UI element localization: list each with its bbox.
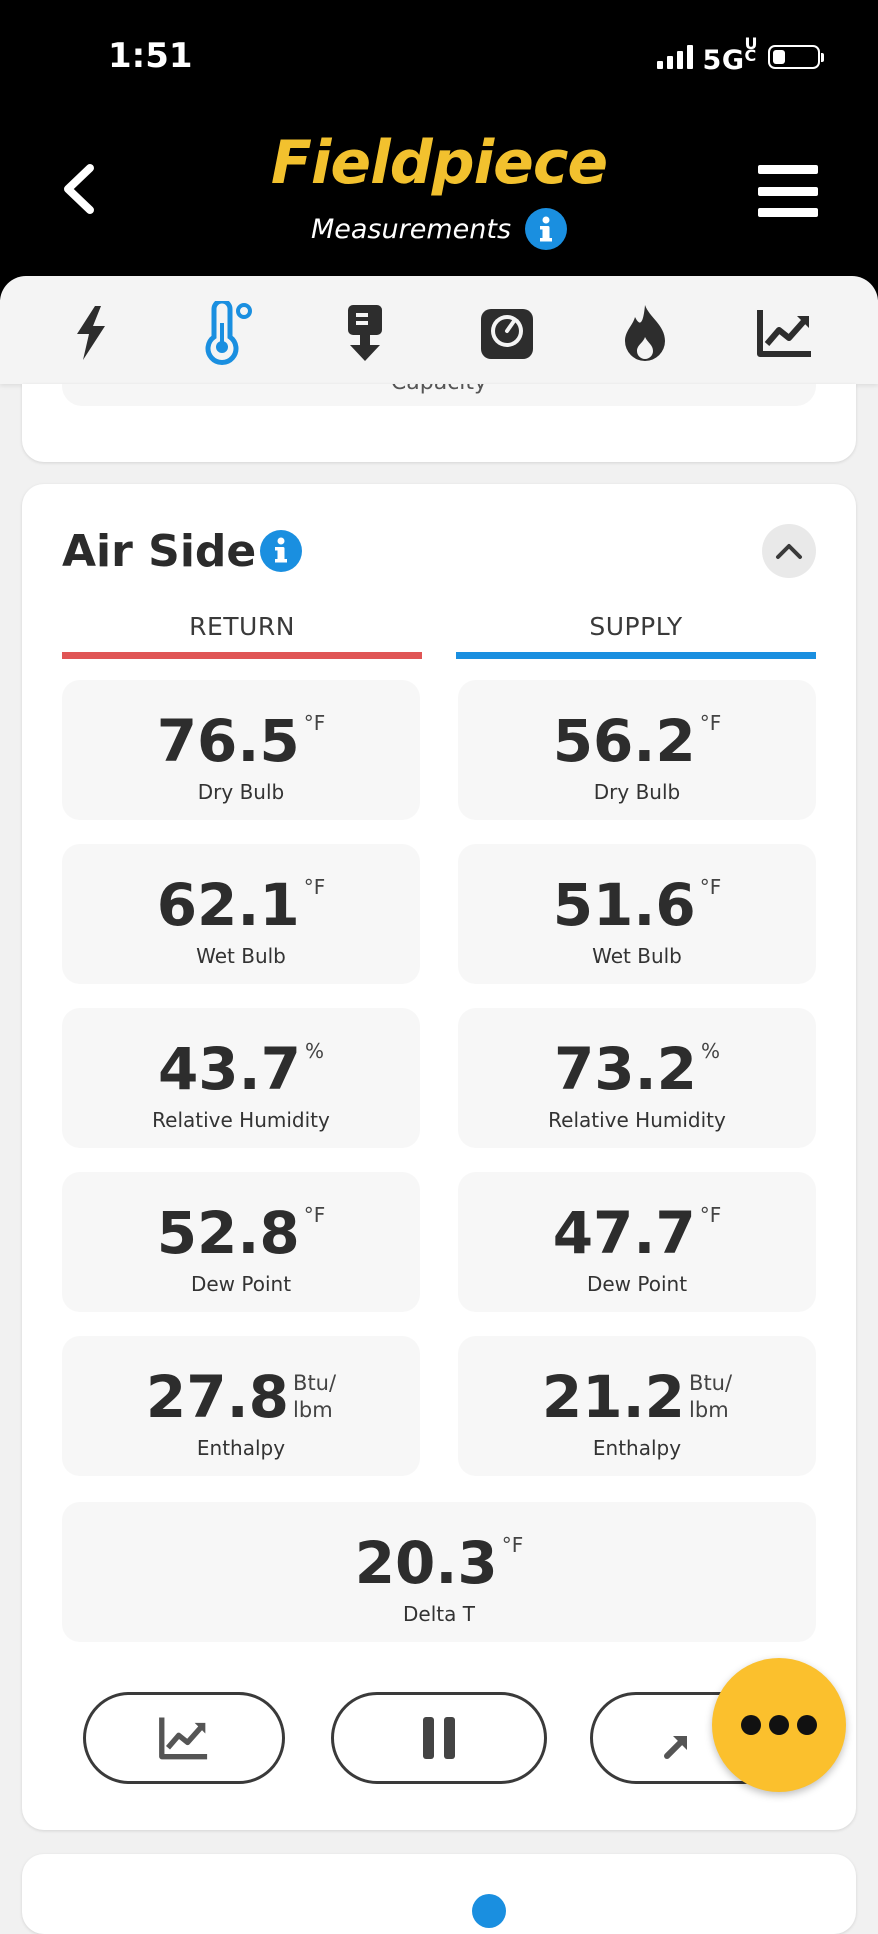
- air-side-card: Air Side RETURN SUPPLY 76.5 °F Dry Bulb 6…: [22, 484, 856, 1830]
- reading-unit: °F: [699, 711, 722, 735]
- chart-icon: [159, 1717, 208, 1760]
- reading-value: 73.2: [553, 1035, 698, 1103]
- info-icon[interactable]: [525, 208, 568, 250]
- reading-value: 21.2: [541, 1363, 686, 1431]
- chart-icon: [757, 310, 811, 357]
- hamburger-bar: [758, 165, 818, 174]
- reading-value: 43.7: [157, 1035, 302, 1103]
- category-tabbar: [0, 276, 878, 384]
- page-subtitle: Measurements: [310, 213, 512, 245]
- battery-icon: [768, 45, 824, 69]
- return-color-bar: [62, 652, 422, 659]
- supply-wet-bulb-tile[interactable]: 51.6 °F Wet Bulb: [458, 844, 816, 984]
- next-card: [22, 1854, 856, 1934]
- hamburger-bar: [758, 208, 818, 217]
- collapse-button[interactable]: [762, 524, 816, 578]
- reading-value: 76.5: [156, 707, 300, 775]
- reading-label: Relative Humidity: [548, 1108, 726, 1132]
- reading-unit: %: [701, 1039, 721, 1063]
- reading-unit: Btu/lbm: [293, 1371, 337, 1422]
- capacity-tile: Capacity: [62, 384, 816, 406]
- reading-unit: °F: [303, 875, 326, 899]
- reading-value: 56.2: [552, 707, 696, 775]
- return-dew-point-tile[interactable]: 52.8 °F Dew Point: [62, 1172, 420, 1312]
- return-enthalpy-tile[interactable]: 27.8 Btu/lbm Enthalpy: [62, 1336, 420, 1476]
- info-icon[interactable]: [260, 530, 302, 572]
- dot: [741, 1715, 761, 1735]
- return-humidity-tile[interactable]: 43.7% Relative Humidity: [62, 1008, 420, 1148]
- reading-label: Delta T: [403, 1602, 475, 1626]
- dot: [797, 1715, 817, 1735]
- reading-label: Wet Bulb: [196, 944, 286, 968]
- reading-label: Dew Point: [586, 1272, 688, 1296]
- tab-combustion[interactable]: [610, 298, 680, 368]
- reading-unit: °F: [303, 1203, 326, 1227]
- info-icon[interactable]: [472, 1894, 506, 1928]
- network-label: 5GU C: [702, 34, 758, 77]
- return-header: RETURN: [189, 612, 295, 641]
- reading-value: 62.1: [156, 871, 300, 939]
- hamburger-bar: [758, 186, 818, 196]
- reading-label: Enthalpy: [592, 1436, 682, 1460]
- delta-t-tile[interactable]: 20.3 °F Delta T: [62, 1502, 816, 1642]
- reading-value: 20.3: [354, 1529, 498, 1597]
- app-header: 1:51 5GU C Fieldpiece Measurements: [0, 0, 878, 300]
- bolt-icon: [77, 306, 105, 360]
- reading-unit: °F: [501, 1533, 524, 1557]
- reading-label: Wet Bulb: [592, 944, 682, 968]
- subtitle-row: Measurements: [0, 208, 878, 250]
- return-wet-bulb-tile[interactable]: 62.1 °F Wet Bulb: [62, 844, 420, 984]
- thermometer-icon: [205, 301, 252, 365]
- reading-label: Relative Humidity: [152, 1108, 330, 1132]
- reading-value: 47.7: [552, 1199, 696, 1267]
- reading-unit: °F: [699, 875, 722, 899]
- pause-icon: [423, 1717, 455, 1759]
- reading-label: Enthalpy: [196, 1436, 286, 1460]
- pump-icon: [348, 305, 382, 361]
- supply-dew-point-tile[interactable]: 47.7 °F Dew Point: [458, 1172, 816, 1312]
- status-time: 1:51: [108, 36, 193, 76]
- chevron-up-icon: [776, 544, 802, 559]
- reading-unit: °F: [303, 711, 326, 735]
- tab-electrical[interactable]: [56, 298, 126, 368]
- supply-enthalpy-tile[interactable]: 21.2 Btu/lbm Enthalpy: [458, 1336, 816, 1476]
- collapse-arrows-icon: [664, 1736, 687, 1759]
- tab-pressure[interactable]: [472, 298, 542, 368]
- return-dry-bulb-tile[interactable]: 76.5 °F Dry Bulb: [62, 680, 420, 820]
- status-indicators: 5GU C: [656, 34, 824, 77]
- supply-dry-bulb-tile[interactable]: 56.2 °F Dry Bulb: [458, 680, 816, 820]
- reading-label: Dry Bulb: [197, 780, 285, 804]
- reading-unit: Btu/lbm: [689, 1371, 733, 1422]
- reading-unit: °F: [699, 1203, 722, 1227]
- reading-label: Dew Point: [190, 1272, 292, 1296]
- reading-label: Dry Bulb: [593, 780, 681, 804]
- supply-header: SUPPLY: [589, 612, 683, 641]
- graph-button[interactable]: [83, 1692, 285, 1784]
- reading-value: 51.6: [552, 871, 696, 939]
- reading-value: 27.8: [145, 1363, 290, 1431]
- dot: [769, 1715, 789, 1735]
- tab-temperature[interactable]: [193, 298, 263, 368]
- section-title: Air Side: [62, 526, 257, 577]
- pause-button[interactable]: [331, 1692, 547, 1784]
- supply-color-bar: [456, 652, 816, 659]
- gauge-icon: [481, 309, 533, 359]
- flame-icon: [625, 305, 665, 361]
- more-options-fab[interactable]: [712, 1658, 846, 1792]
- signal-icon: [656, 45, 693, 69]
- menu-button[interactable]: [758, 165, 818, 217]
- reading-unit: %: [305, 1039, 325, 1063]
- brand-logo: Fieldpiece: [270, 128, 608, 198]
- supply-humidity-tile[interactable]: 73.2% Relative Humidity: [458, 1008, 816, 1148]
- tab-charts[interactable]: [750, 298, 820, 368]
- reading-value: 52.8: [156, 1199, 300, 1267]
- previous-card: Capacity: [22, 384, 856, 462]
- capacity-label: Capacity: [62, 384, 816, 395]
- tab-refrigerant[interactable]: [330, 298, 400, 368]
